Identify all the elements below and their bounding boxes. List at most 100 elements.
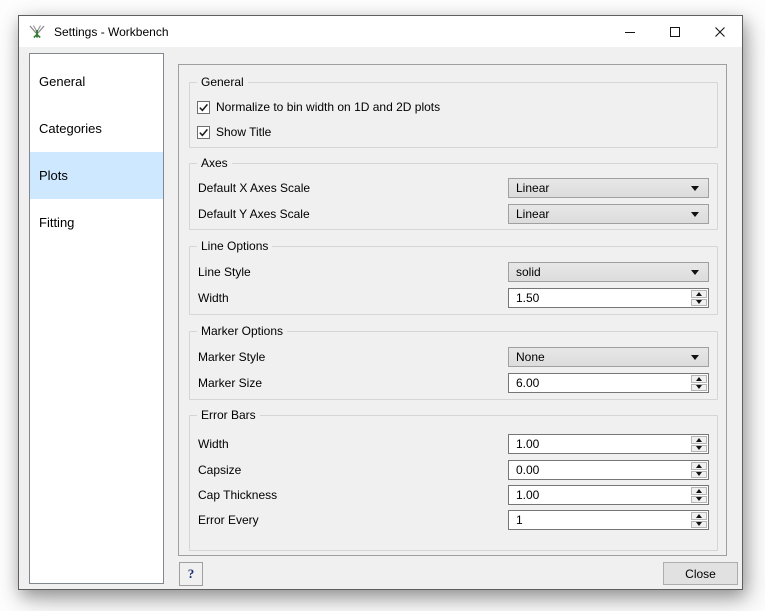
group-line-options: Line Options Line Style solid Width 1.50 xyxy=(189,246,718,315)
spin-value: 0.00 xyxy=(516,461,539,479)
field-label: Line Style xyxy=(198,262,251,282)
arrow-up-icon xyxy=(696,377,702,381)
group-axes: Axes Default X Axes Scale Linear Default… xyxy=(189,163,718,230)
spin-value: 1.00 xyxy=(516,435,539,453)
group-title-line-options: Line Options xyxy=(197,239,272,254)
group-error-bars: Error Bars Width 1.00 Capsize 0.00 xyxy=(189,415,718,551)
spin-value: 1.50 xyxy=(516,289,539,307)
row-normalize-bin-width: Normalize to bin width on 1D and 2D plot… xyxy=(197,99,440,115)
row-show-title: Show Title xyxy=(197,124,271,140)
arrow-up-icon xyxy=(696,292,702,296)
spinner-buttons xyxy=(691,512,707,528)
sidebar-item-plots[interactable]: Plots xyxy=(30,152,163,199)
close-icon[interactable] xyxy=(697,16,742,47)
arrow-up-icon xyxy=(696,514,702,518)
field-label: Default X Axes Scale xyxy=(198,178,310,198)
show-title-checkbox[interactable] xyxy=(197,126,210,139)
arrow-down-icon xyxy=(696,497,702,501)
checkbox-label: Show Title xyxy=(216,125,271,139)
spin-value: 1 xyxy=(516,511,523,529)
cap-thickness-spinbox[interactable]: 1.00 xyxy=(508,485,709,505)
spinner-buttons xyxy=(691,290,707,306)
combo-value: solid xyxy=(516,263,541,281)
field-label: Cap Thickness xyxy=(198,485,277,505)
checkbox-label: Normalize to bin width on 1D and 2D plot… xyxy=(216,100,440,114)
arrow-down-icon xyxy=(696,385,702,389)
settings-dialog: Settings - Workbench General Categories … xyxy=(18,15,743,590)
group-general: General Normalize to bin width on 1D and… xyxy=(189,82,718,148)
marker-size-spinbox[interactable]: 6.00 xyxy=(508,373,709,393)
field-label: Default Y Axes Scale xyxy=(198,204,310,224)
spin-value: 1.00 xyxy=(516,486,539,504)
row-line-style: Line Style solid xyxy=(190,262,717,282)
sidebar-item-general[interactable]: General xyxy=(30,58,163,105)
group-title-error-bars: Error Bars xyxy=(197,408,260,423)
field-label: Width xyxy=(198,434,229,454)
spinner-buttons xyxy=(691,436,707,452)
capsize-spinbox[interactable]: 0.00 xyxy=(508,460,709,480)
field-label: Error Every xyxy=(198,510,259,530)
group-title-general: General xyxy=(197,75,248,90)
field-label: Capsize xyxy=(198,460,241,480)
titlebar[interactable]: Settings - Workbench xyxy=(19,16,742,47)
spinner-buttons xyxy=(691,487,707,503)
default-x-axes-scale-select[interactable]: Linear xyxy=(508,178,709,198)
maximize-icon[interactable] xyxy=(652,16,697,47)
field-label: Marker Style xyxy=(198,347,265,367)
chevron-down-icon xyxy=(691,270,699,275)
window-title: Settings - Workbench xyxy=(54,25,169,39)
arrow-down-icon xyxy=(696,446,702,450)
arrow-up-icon xyxy=(696,489,702,493)
spin-down-button[interactable] xyxy=(691,384,707,392)
arrow-up-icon xyxy=(696,438,702,442)
spin-down-button[interactable] xyxy=(691,521,707,529)
row-error-every: Error Every 1 xyxy=(190,510,717,530)
errorbar-width-spinbox[interactable]: 1.00 xyxy=(508,434,709,454)
row-default-y-scale: Default Y Axes Scale Linear xyxy=(190,204,717,224)
chevron-down-icon xyxy=(691,186,699,191)
spin-up-button[interactable] xyxy=(691,290,707,298)
field-label: Width xyxy=(198,288,229,308)
spin-down-button[interactable] xyxy=(691,471,707,479)
desktop-background: { "window": { "title": "Settings - Workb… xyxy=(0,0,765,611)
row-marker-style: Marker Style None xyxy=(190,347,717,367)
group-marker-options: Marker Options Marker Style None Marker … xyxy=(189,331,718,400)
spin-down-button[interactable] xyxy=(691,299,707,307)
spin-up-button[interactable] xyxy=(691,375,707,383)
spin-up-button[interactable] xyxy=(691,462,707,470)
help-button[interactable]: ? xyxy=(179,562,203,586)
error-every-spinbox[interactable]: 1 xyxy=(508,510,709,530)
spin-down-button[interactable] xyxy=(691,496,707,504)
row-line-width: Width 1.50 xyxy=(190,288,717,308)
normalize-bin-width-checkbox[interactable] xyxy=(197,101,210,114)
mantid-logo-icon xyxy=(28,23,46,41)
line-style-select[interactable]: solid xyxy=(508,262,709,282)
spin-up-button[interactable] xyxy=(691,512,707,520)
sidebar-item-fitting[interactable]: Fitting xyxy=(30,199,163,246)
chevron-down-icon xyxy=(691,355,699,360)
window-controls xyxy=(607,16,742,47)
chevron-down-icon xyxy=(691,212,699,217)
minimize-icon[interactable] xyxy=(607,16,652,47)
line-width-spinbox[interactable]: 1.50 xyxy=(508,288,709,308)
arrow-down-icon xyxy=(696,472,702,476)
settings-category-list: General Categories Plots Fitting xyxy=(29,53,164,584)
default-y-axes-scale-select[interactable]: Linear xyxy=(508,204,709,224)
arrow-down-icon xyxy=(696,522,702,526)
row-cap-thickness: Cap Thickness 1.00 xyxy=(190,485,717,505)
close-button[interactable]: Close xyxy=(663,562,738,585)
row-default-x-scale: Default X Axes Scale Linear xyxy=(190,178,717,198)
marker-style-select[interactable]: None xyxy=(508,347,709,367)
spin-up-button[interactable] xyxy=(691,487,707,495)
group-title-marker-options: Marker Options xyxy=(197,324,287,339)
sidebar-item-categories[interactable]: Categories xyxy=(30,105,163,152)
spinner-buttons xyxy=(691,462,707,478)
spin-down-button[interactable] xyxy=(691,445,707,453)
spin-up-button[interactable] xyxy=(691,436,707,444)
spin-value: 6.00 xyxy=(516,374,539,392)
spinner-buttons xyxy=(691,375,707,391)
plots-settings-panel: General Normalize to bin width on 1D and… xyxy=(178,64,727,556)
combo-value: Linear xyxy=(516,179,549,197)
row-marker-size: Marker Size 6.00 xyxy=(190,373,717,393)
group-title-axes: Axes xyxy=(197,156,232,171)
